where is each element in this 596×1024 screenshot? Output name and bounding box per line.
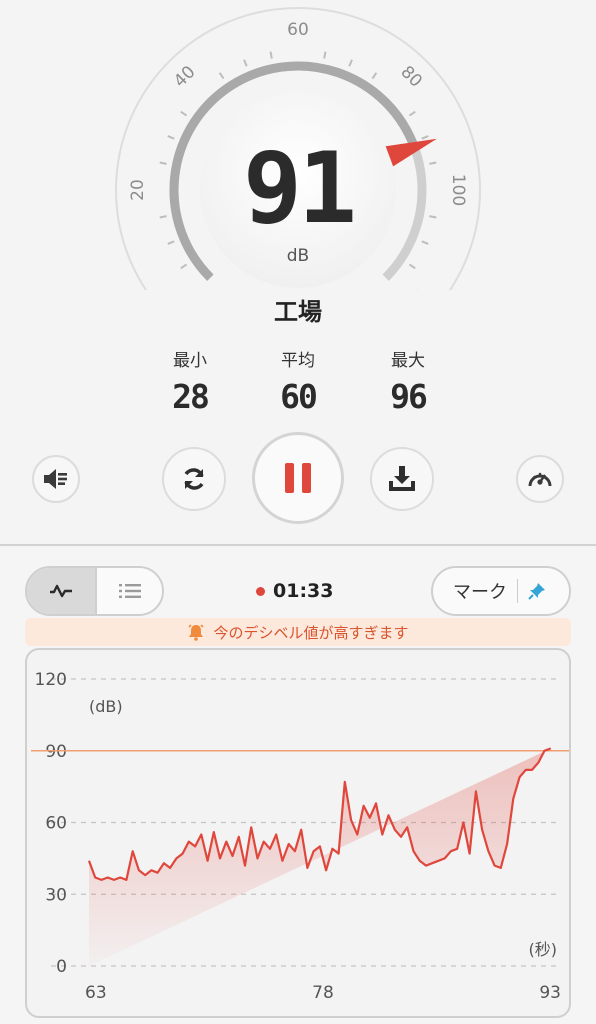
gauge-scale-label: 40 <box>170 62 199 91</box>
gauge-tick <box>421 135 429 140</box>
pin-icon <box>528 583 545 600</box>
stat-min-label: 最小 <box>173 351 207 371</box>
environment-label: 工場 <box>274 298 322 326</box>
refresh-icon <box>184 468 204 490</box>
stat-avg-label: 平均 <box>281 351 315 371</box>
gauge-tick <box>371 72 378 80</box>
y-tick-label: 0 <box>56 957 67 977</box>
list-view-tab[interactable] <box>97 568 162 614</box>
x-tick-label: 63 <box>85 983 107 1003</box>
noise-alert-banner: 今のデシベル値が高すぎます <box>25 618 571 646</box>
stat-min-value: 28 <box>172 377 210 416</box>
recording-dot <box>256 586 265 596</box>
stat-min: 最小 28 <box>150 346 230 416</box>
gauge-tick <box>180 110 188 117</box>
gauge-tick <box>269 51 273 59</box>
history-chart-svg: 0 30 60 90 120 (dB) (秒) 63 78 93 <box>31 670 569 1003</box>
pause-icon <box>285 463 311 493</box>
gauge-tick <box>323 51 327 59</box>
mark-button[interactable]: マーク <box>431 566 571 616</box>
x-tick-label: 78 <box>312 983 334 1003</box>
speaker-icon <box>44 469 67 489</box>
view-toggle <box>25 566 164 616</box>
alarm-bell-icon <box>188 624 205 641</box>
y-tick-label: 120 <box>35 670 67 690</box>
mark-separator <box>517 579 518 603</box>
sound-button[interactable] <box>32 455 80 503</box>
pause-button[interactable] <box>252 432 344 524</box>
decibel-history-chart: 0 30 60 90 120 (dB) (秒) 63 78 93 <box>25 648 571 1018</box>
gauge-tick <box>421 240 429 245</box>
gauge-scale-label: 80 <box>396 62 425 91</box>
download-icon <box>389 466 415 491</box>
gauge-scale-label: 60 <box>287 20 309 40</box>
reset-button[interactable] <box>162 447 226 511</box>
x-tick-label: 93 <box>539 983 561 1003</box>
gauge-tick <box>243 59 248 67</box>
decibel-readout: 91 <box>242 132 357 246</box>
noise-alert-text: 今のデシベル値が高すぎます <box>213 623 409 642</box>
mark-button-label: マーク <box>453 582 507 603</box>
stat-max-value: 96 <box>390 377 428 416</box>
meter-mode-button[interactable] <box>516 455 564 503</box>
stat-max: 最大 96 <box>368 346 448 416</box>
save-button[interactable] <box>370 447 434 511</box>
stat-avg: 平均 60 <box>258 346 338 416</box>
stat-avg-value: 60 <box>280 377 318 416</box>
waveform-icon <box>50 584 72 598</box>
gauge-tick <box>167 135 175 140</box>
recording-timer: 01:33 <box>256 580 333 602</box>
series-area <box>89 748 551 966</box>
y-tick-label: 90 <box>45 742 67 762</box>
speedometer-icon <box>528 472 552 487</box>
graph-view-tab[interactable] <box>27 568 97 614</box>
gauge-tick <box>218 72 225 80</box>
gauge-tick <box>167 240 175 245</box>
y-tick-label: 60 <box>45 814 67 834</box>
y-tick-label: 30 <box>45 885 67 905</box>
y-axis-unit: (dB) <box>89 697 123 716</box>
meter-panel: 020406080100120 91 dB 工場 最小 28 平均 60 最大 … <box>0 0 596 544</box>
decibel-unit: dB <box>286 246 310 266</box>
gauge-tick <box>348 59 353 67</box>
x-axis-unit: (秒) <box>529 940 558 959</box>
list-icon <box>118 584 141 598</box>
elapsed-time: 01:33 <box>273 580 334 602</box>
gauge-tick <box>408 110 416 117</box>
gauge-scale-label: 120 <box>393 285 430 290</box>
stat-max-label: 最大 <box>391 351 425 371</box>
